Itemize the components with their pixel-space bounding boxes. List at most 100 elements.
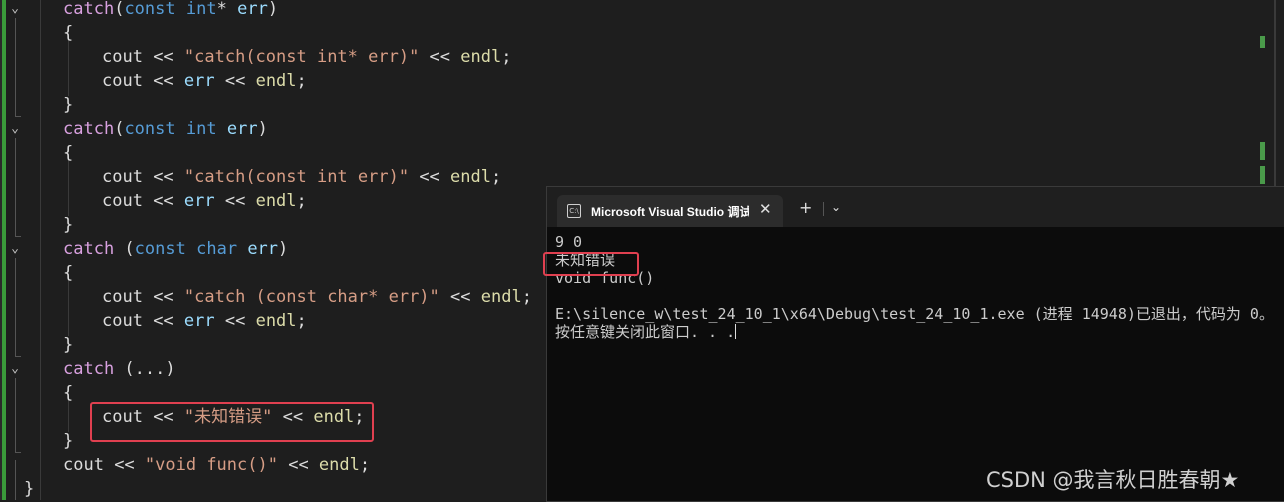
highlight-box [90, 402, 374, 442]
output-line: 按任意键关闭此窗口. . . [555, 323, 736, 341]
punct-token: ( [114, 0, 125, 19]
watermark: CSDN @我言秋日胜春朝★ [986, 468, 1240, 492]
punct-token: ; [490, 167, 502, 187]
fold-chevron-icon[interactable]: ⌄ [8, 2, 22, 16]
fold-chevron-icon[interactable]: ⌄ [8, 362, 22, 376]
code-line[interactable]: catch(const int* err) [63, 0, 278, 21]
keyword-token: const [134, 239, 186, 259]
fold-guide [15, 18, 16, 116]
fold-guide [15, 116, 21, 117]
punct-token: ) [267, 0, 279, 19]
scroll-marker [1260, 142, 1265, 160]
fold-guide [15, 378, 16, 452]
operator-token: << [409, 167, 451, 187]
punct-token: ; [296, 71, 307, 91]
console-icon: C:\ [567, 204, 581, 218]
keyword-token: catch [63, 119, 115, 139]
code-line[interactable]: cout << err << endl; [102, 69, 307, 93]
output-line: 9 0 [555, 233, 583, 251]
punct-token: ; [521, 287, 532, 307]
indent-guide [68, 160, 69, 216]
scroll-marker [1260, 166, 1265, 184]
operator-token: << [277, 455, 319, 475]
code-line[interactable]: cout << "catch(const int* err)" << endl; [102, 45, 511, 69]
identifier-token: endl [450, 167, 491, 187]
code-line[interactable]: { [63, 261, 73, 285]
indent-guide [40, 0, 41, 500]
string-token: "catch(const int err)" [183, 167, 410, 187]
new-tab-button[interactable]: + [799, 200, 812, 216]
punct-token: ; [359, 455, 371, 475]
code-line[interactable]: } [63, 333, 73, 357]
brace-token: { [63, 383, 74, 403]
code-line[interactable]: { [63, 21, 73, 45]
code-line[interactable]: { [63, 381, 73, 405]
console-output[interactable]: 9 0未知错误void func()​E:\silence_w\test_24_… [555, 233, 1274, 341]
fold-guide [15, 138, 16, 236]
brace-token: { [63, 263, 74, 283]
identifier-token: err [247, 239, 279, 259]
identifier-token: cout [102, 71, 143, 91]
identifier-token: endl [255, 311, 297, 331]
highlight-box [543, 252, 639, 276]
keyword-token: int [185, 0, 217, 19]
operator-token: << [142, 311, 184, 331]
brace-token: } [63, 95, 74, 115]
code-line[interactable]: cout << err << endl; [102, 309, 307, 333]
code-line[interactable]: cout << "void func()" << endl; [63, 453, 370, 477]
close-icon[interactable]: ✕ [759, 200, 772, 218]
identifier-token: endl [460, 47, 502, 67]
fold-guide [15, 356, 21, 357]
identifier-token: cout [102, 311, 143, 331]
brace-token: } [24, 479, 35, 499]
code-line[interactable]: { [63, 141, 73, 165]
identifier-token: err [183, 191, 215, 211]
code-line[interactable]: catch (...) [63, 357, 176, 381]
identifier-token: err [183, 71, 215, 91]
output-line: ​ [555, 287, 1274, 305]
output-line-with-cursor: 按任意键关闭此窗口. . . [555, 323, 1274, 341]
identifier-token: err [226, 119, 258, 139]
keyword-token: const [124, 0, 176, 19]
identifier-token: cout [102, 191, 143, 211]
indent-guide [68, 40, 69, 96]
operator-token: << [419, 47, 461, 67]
code-line[interactable]: catch(const int err) [63, 117, 268, 141]
fold-guide [15, 452, 21, 453]
fold-guide [15, 460, 16, 500]
punct-token: * [216, 0, 227, 19]
change-tracking-bar [2, 0, 6, 500]
fold-chevron-icon[interactable]: ⌄ [8, 242, 22, 256]
brace-token: } [63, 335, 74, 355]
identifier-token: endl [255, 191, 297, 211]
code-line[interactable]: } [24, 477, 34, 501]
code-line[interactable]: cout << "catch (const char* err)" << end… [102, 285, 532, 309]
terminal-tab[interactable]: C:\ Microsoft Visual Studio 调试控制台 ✕ [557, 195, 783, 227]
chevron-down-icon[interactable]: ⌄ [831, 200, 841, 214]
operator-token: << [103, 455, 145, 475]
code-line[interactable]: } [63, 213, 73, 237]
punct-token: ; [296, 191, 307, 211]
code-line[interactable]: catch (const char err) [63, 237, 288, 261]
punct-token: ) [257, 119, 268, 139]
operator-token: << [142, 47, 184, 67]
output-line: 未知错误 [555, 251, 616, 269]
fold-chevron-icon[interactable]: ⌄ [8, 122, 22, 136]
code-line[interactable]: cout << "catch(const int err)" << endl; [102, 165, 501, 189]
punct-token: ; [296, 311, 307, 331]
brace-token: { [63, 143, 74, 163]
string-token: "catch (const char* err)" [183, 287, 440, 307]
fold-guide [15, 236, 21, 237]
code-line[interactable]: } [63, 429, 73, 453]
debug-console-window[interactable]: C:\ Microsoft Visual Studio 调试控制台 ✕ + ⌄ … [543, 186, 1284, 502]
terminal-tab-bar: C:\ Microsoft Visual Studio 调试控制台 ✕ + ⌄ [547, 187, 1284, 227]
code-line[interactable]: cout << err << endl; [102, 189, 307, 213]
string-token: "void func()" [144, 455, 278, 475]
operator-token: << [142, 191, 184, 211]
identifier-token: cout [63, 455, 104, 475]
code-line[interactable]: } [63, 93, 73, 117]
identifier-token: endl [318, 455, 360, 475]
